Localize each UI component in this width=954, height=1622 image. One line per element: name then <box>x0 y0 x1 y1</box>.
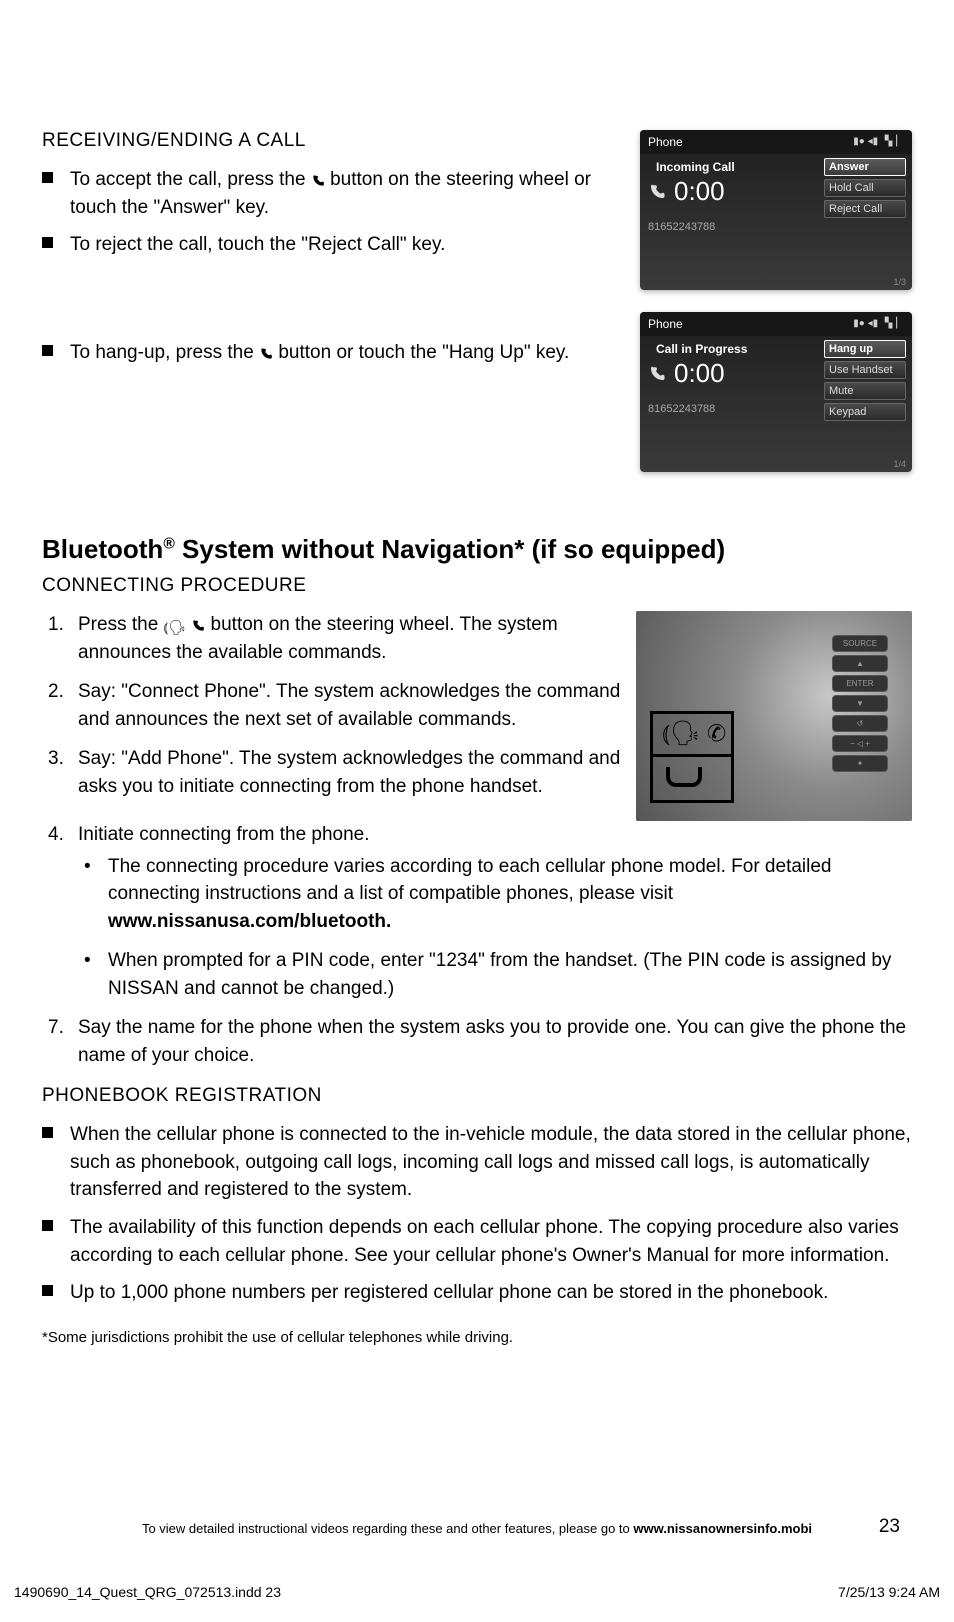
status-icons: ▮● ◂▮ ▝▖▏ <box>853 312 904 336</box>
pb-title: Phone <box>648 312 683 336</box>
step-3: Say: "Add Phone". The system acknowledge… <box>78 745 622 800</box>
phone-icon <box>311 169 325 187</box>
status-icons: ▮● ◂▮ ▝▖▏ <box>853 130 904 154</box>
incoming-status: Incoming Call <box>648 154 816 174</box>
receiving-ending-row: RECEIVING/ENDING A CALL To accept the ca… <box>42 130 912 494</box>
bluetooth-link: www.nissanusa.com/bluetooth. <box>108 911 391 932</box>
connecting-text: Press the ⦅🗣 button on the steering whee… <box>42 611 622 821</box>
connecting-row: Press the ⦅🗣 button on the steering whee… <box>42 611 912 821</box>
footnote: *Some jurisdictions prohibit the use of … <box>42 1329 912 1346</box>
voice-phone-icon: ⦅🗣 ✆ <box>662 719 726 748</box>
steering-image-col: SOURCE ▲ ENTER ▼ ↺ − ◁ + ✦ ⦅🗣 ✆ <box>636 611 912 821</box>
hangup-icon <box>666 767 702 787</box>
indd-left: 1490690_14_Quest_QRG_072513.indd 23 <box>14 1584 281 1600</box>
phonebook-item-3: Up to 1,000 phone numbers per registered… <box>70 1279 912 1307</box>
connecting-heading: CONNECTING PROCEDURE <box>42 575 912 597</box>
incoming-time: 0:00 <box>674 176 725 207</box>
phonebook-item-1: When the cellular phone is connected to … <box>70 1121 912 1204</box>
connecting-steps: Press the ⦅🗣 button on the steering whee… <box>42 611 622 800</box>
phone-icon <box>648 183 666 201</box>
hangup-post: button or touch the "Hang Up" key. <box>273 342 569 363</box>
keypad-button[interactable]: Keypad <box>824 403 906 421</box>
star-button[interactable]: ✦ <box>832 755 888 772</box>
phone-icon <box>191 614 205 632</box>
hold-call-button[interactable]: Hold Call <box>824 179 906 197</box>
steering-wheel-photo: SOURCE ▲ ENTER ▼ ↺ − ◁ + ✦ ⦅🗣 ✆ <box>636 611 912 821</box>
sub-bullet-1: The connecting procedure varies accordin… <box>108 853 912 936</box>
voice-icon: ⦅🗣 <box>164 617 186 637</box>
progress-status: Call in Progress <box>648 336 816 356</box>
step-1: Press the ⦅🗣 button on the steering whee… <box>78 611 622 666</box>
sub-bullet-2: When prompted for a PIN code, enter "123… <box>108 947 912 1002</box>
hangup-list: To hang-up, press the button or touch th… <box>42 339 626 367</box>
use-handset-button[interactable]: Use Handset <box>824 361 906 379</box>
answer-button[interactable]: Answer <box>824 158 906 176</box>
progress-time: 0:00 <box>674 358 725 389</box>
receiving-heading: RECEIVING/ENDING A CALL <box>42 130 626 152</box>
incoming-page: 1/3 <box>893 277 906 287</box>
up-button[interactable]: ▲ <box>832 655 888 672</box>
progress-number: 81652243788 <box>648 403 816 415</box>
step-2: Say: "Connect Phone". The system acknowl… <box>78 678 622 733</box>
receiving-list: To accept the call, press the button on … <box>42 166 626 259</box>
source-button[interactable]: SOURCE <box>832 635 888 652</box>
bluetooth-title: Bluetooth® System without Navigation* (i… <box>42 534 912 565</box>
phonebook-list: When the cellular phone is connected to … <box>42 1121 912 1306</box>
hangup-item: To hang-up, press the button or touch th… <box>70 339 626 367</box>
step-4-sublist: The connecting procedure varies accordin… <box>78 853 912 1003</box>
phone-screens-col: Phone ▮● ◂▮ ▝▖▏ Incoming Call 0:00 816522… <box>640 130 912 494</box>
indd-slug: 1490690_14_Quest_QRG_072513.indd 23 7/25… <box>14 1584 940 1600</box>
step-5: Say the name for the phone when the syst… <box>78 1014 912 1069</box>
volume-button[interactable]: − ◁ + <box>832 735 888 752</box>
enter-button[interactable]: ENTER <box>832 675 888 692</box>
mute-button[interactable]: Mute <box>824 382 906 400</box>
back-button[interactable]: ↺ <box>832 715 888 732</box>
incoming-number: 81652243788 <box>648 221 816 233</box>
accept-call-item: To accept the call, press the button on … <box>70 166 626 221</box>
phonebook-item-2: The availability of this function depend… <box>70 1214 912 1269</box>
phonebook-heading: PHONEBOOK REGISTRATION <box>42 1085 912 1107</box>
reject-call-item: To reject the call, touch the "Reject Ca… <box>70 231 626 259</box>
page-number: 23 <box>879 1516 900 1538</box>
down-button[interactable]: ▼ <box>832 695 888 712</box>
progress-page: 1/4 <box>893 459 906 469</box>
reject-call-button[interactable]: Reject Call <box>824 200 906 218</box>
pb-title: Phone <box>648 130 683 154</box>
steering-button-cluster: SOURCE ▲ ENTER ▼ ↺ − ◁ + ✦ <box>832 635 888 772</box>
in-progress-screenshot: Phone ▮● ◂▮ ▝▖▏ Call in Progress 0:00 816… <box>640 312 912 472</box>
hangup-pre: To hang-up, press the <box>70 342 259 363</box>
step-4: Initiate connecting from the phone. The … <box>78 821 912 1002</box>
connecting-steps-cont: Initiate connecting from the phone. The … <box>42 821 912 1069</box>
hangup-button[interactable]: Hang up <box>824 340 906 358</box>
receiving-ending-text: RECEIVING/ENDING A CALL To accept the ca… <box>42 130 626 494</box>
phone-icon <box>648 365 666 383</box>
incoming-call-screenshot: Phone ▮● ◂▮ ▝▖▏ Incoming Call 0:00 816522… <box>640 130 912 290</box>
footer-link: www.nissanownersinfo.mobi <box>633 1521 812 1536</box>
accept-pre: To accept the call, press the <box>70 169 311 190</box>
footer-line: To view detailed instructional videos re… <box>0 1521 954 1536</box>
phone-icon <box>259 342 273 360</box>
indd-right: 7/25/13 9:24 AM <box>838 1584 940 1600</box>
